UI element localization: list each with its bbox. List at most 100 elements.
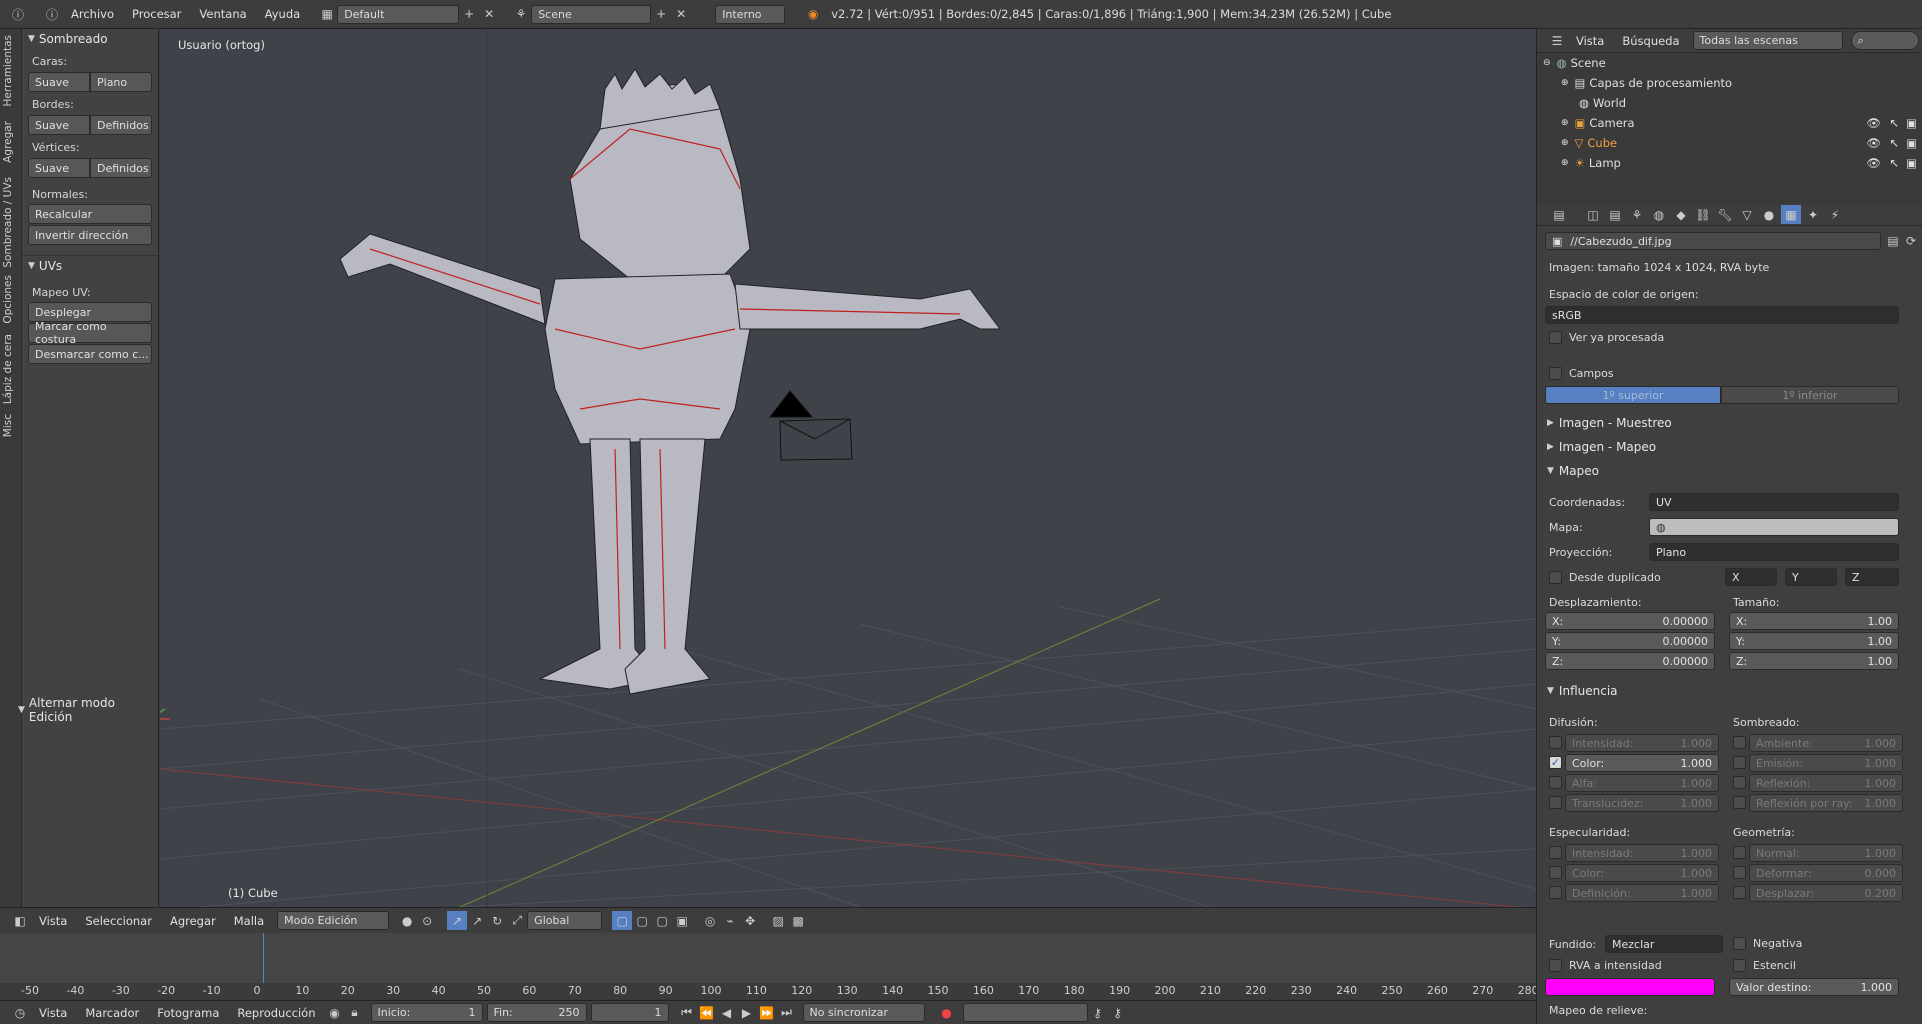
texture-tab-icon[interactable]: ▦: [1781, 205, 1801, 224]
physics-tab-icon[interactable]: ⚡: [1825, 205, 1845, 224]
render-icon[interactable]: ▣: [1906, 136, 1917, 150]
render-engine-select[interactable]: Interno: [715, 4, 786, 24]
render-layers-tab-icon[interactable]: ▤: [1605, 205, 1625, 224]
jump-start-icon[interactable]: ⏮: [677, 1003, 697, 1022]
diffuse-influence-checkbox[interactable]: ✓: [1549, 756, 1562, 769]
modifiers-tab-icon[interactable]: 🔧︎: [1715, 205, 1735, 224]
constraints-tab-icon[interactable]: ⛓: [1693, 205, 1713, 224]
shading-influence-checkbox[interactable]: [1733, 736, 1746, 749]
add-scene-icon[interactable]: +: [651, 5, 671, 24]
shading-influence-field[interactable]: Ambiente: 1.000: [1749, 734, 1903, 752]
view-processed-checkbox[interactable]: [1549, 331, 1562, 344]
stencil-checkbox[interactable]: [1733, 959, 1746, 972]
menu-fotograma[interactable]: Fotograma: [148, 1006, 228, 1020]
edge-select-icon[interactable]: ▢: [632, 911, 652, 930]
render-tab-icon[interactable]: ◫: [1583, 205, 1603, 224]
flip-direction-button[interactable]: Invertir dirección: [28, 225, 152, 245]
geometry-influence-checkbox[interactable]: [1733, 846, 1746, 859]
menu-procesar[interactable]: Procesar: [123, 7, 190, 21]
3d-viewport[interactable]: Usuario (ortog) (1) Cube: [160, 29, 1536, 907]
size-x-field[interactable]: X: 1.00: [1729, 612, 1899, 630]
play-icon[interactable]: ▶: [737, 1003, 757, 1022]
timeline[interactable]: -50 -40 -30 -20 -10 0 10 20 30 40 50 60 70 80 90 100 110…: [0, 933, 1536, 999]
sync-select[interactable]: No sincronizar: [802, 1003, 925, 1022]
offset-x-field[interactable]: X: 0.00000: [1545, 612, 1715, 630]
specular-influence-field[interactable]: Intensidad: 1.000: [1565, 844, 1719, 862]
rotate-manipulator-icon[interactable]: ↻: [487, 911, 507, 930]
faces-smooth-button[interactable]: Suave: [28, 72, 90, 92]
record-icon[interactable]: ●: [937, 1003, 957, 1022]
camera-object[interactable]: [768, 390, 853, 461]
viewport-shading-icon[interactable]: ●: [397, 911, 417, 930]
menu-busqueda[interactable]: Búsqueda: [1613, 34, 1688, 48]
move-manipulator-icon[interactable]: ↗: [467, 911, 487, 930]
open-file-icon[interactable]: ▤: [1883, 231, 1903, 250]
size-z-field[interactable]: Z: 1.00: [1729, 652, 1899, 670]
tab-sombreado-uvs[interactable]: Sombreado / UVs: [2, 177, 14, 268]
uv-map-field[interactable]: ◍: [1649, 518, 1899, 536]
menu-malla[interactable]: Malla: [225, 914, 273, 928]
specular-influence-checkbox[interactable]: [1549, 886, 1562, 899]
image-path-field[interactable]: ▣ //Cabezudo_dif.jpg: [1545, 232, 1881, 250]
data-tab-icon[interactable]: ▽: [1737, 205, 1757, 224]
size-y-field[interactable]: Y: 1.00: [1729, 632, 1899, 650]
select-arrow-icon[interactable]: ↖: [1889, 136, 1899, 150]
scene-select[interactable]: Scene: [531, 4, 652, 24]
tab-misc[interactable]: Misc: [2, 414, 14, 437]
scale-manipulator-icon[interactable]: ⤢: [507, 911, 527, 930]
offset-z-field[interactable]: Z: 0.00000: [1545, 652, 1715, 670]
unwrap-dropdown[interactable]: Desplegar: [28, 302, 152, 322]
menu-seleccionar[interactable]: Seleccionar: [76, 914, 161, 928]
verts-smooth-button[interactable]: Suave: [28, 158, 90, 178]
diffuse-influence-checkbox[interactable]: [1549, 736, 1562, 749]
shading-influence-checkbox[interactable]: [1733, 796, 1746, 809]
visibility-eye-icon[interactable]: 👁︎: [1866, 136, 1881, 150]
render-icon[interactable]: ▣: [1906, 156, 1917, 170]
coords-select[interactable]: UV: [1649, 493, 1899, 511]
menu-agregar[interactable]: Agregar: [161, 914, 225, 928]
outliner-item-world[interactable]: ◍ World: [1537, 93, 1922, 113]
menu-ventana[interactable]: Ventana: [190, 7, 255, 21]
section-image-sampling[interactable]: ▶ Imagen - Muestreo: [1547, 416, 1672, 430]
diffuse-influence-field[interactable]: Intensidad: 1.000: [1565, 734, 1719, 752]
tab-lapiz-de-cera[interactable]: Lápiz de cera: [2, 334, 14, 404]
keying-set-field[interactable]: [962, 1003, 1088, 1022]
outliner-item-render-layers[interactable]: ⊕ ▤ Capas de procesamiento: [1537, 73, 1922, 93]
opengl-render-icon[interactable]: ▩: [788, 911, 808, 930]
render-preview-icon[interactable]: ▨: [768, 911, 788, 930]
menu-archivo[interactable]: Archivo: [62, 7, 123, 21]
pivot-point-icon[interactable]: ⊙: [417, 911, 437, 930]
particles-tab-icon[interactable]: ✦: [1803, 205, 1823, 224]
projection-select[interactable]: Plano: [1649, 543, 1899, 561]
jump-end-icon[interactable]: ⏭: [777, 1003, 797, 1022]
lower-first-button[interactable]: 1º inferior: [1721, 386, 1899, 404]
layout-grid-icon[interactable]: ▦: [317, 5, 337, 24]
specular-influence-checkbox[interactable]: [1549, 866, 1562, 879]
mode-select[interactable]: Modo Edición: [277, 911, 390, 930]
specular-influence-field[interactable]: Color: 1.000: [1565, 864, 1719, 882]
recalculate-button[interactable]: Recalcular: [28, 204, 152, 224]
render-icon[interactable]: ▣: [1906, 116, 1917, 130]
select-arrow-icon[interactable]: ↖: [1889, 156, 1899, 170]
editor-type-icon[interactable]: ◧: [10, 911, 30, 930]
diffuse-influence-checkbox[interactable]: [1549, 776, 1562, 789]
shading-influence-checkbox[interactable]: [1733, 776, 1746, 789]
object-tab-icon[interactable]: ◆: [1671, 205, 1691, 224]
editor-type-icon[interactable]: ▤: [1549, 205, 1569, 224]
map-z-select[interactable]: Z: [1845, 568, 1899, 586]
map-x-select[interactable]: X: [1725, 568, 1777, 586]
panel-uvs-header[interactable]: ▼ UVs: [22, 255, 158, 276]
orientation-select[interactable]: Global: [527, 911, 603, 930]
panel-sombreado-header[interactable]: ▼ Sombreado: [22, 29, 158, 49]
visibility-eye-icon[interactable]: 👁︎: [1866, 156, 1881, 170]
dest-value-field[interactable]: Valor destino: 1.000: [1729, 978, 1899, 996]
tab-agregar[interactable]: Agregar: [2, 121, 14, 163]
tab-herramientas[interactable]: Herramientas: [2, 35, 14, 107]
toggle-edit-mode-header[interactable]: ▼ Alternar modo Edición: [12, 693, 158, 727]
geometry-influence-field[interactable]: Desplazar: 0.200: [1749, 884, 1903, 902]
clear-seam-button[interactable]: Desmarcar como c...: [28, 344, 152, 364]
character-mesh[interactable]: [339, 68, 1001, 695]
shading-influence-checkbox[interactable]: [1733, 756, 1746, 769]
edges-smooth-button[interactable]: Suave: [28, 115, 90, 135]
upper-first-button[interactable]: 1º superior: [1545, 386, 1721, 404]
